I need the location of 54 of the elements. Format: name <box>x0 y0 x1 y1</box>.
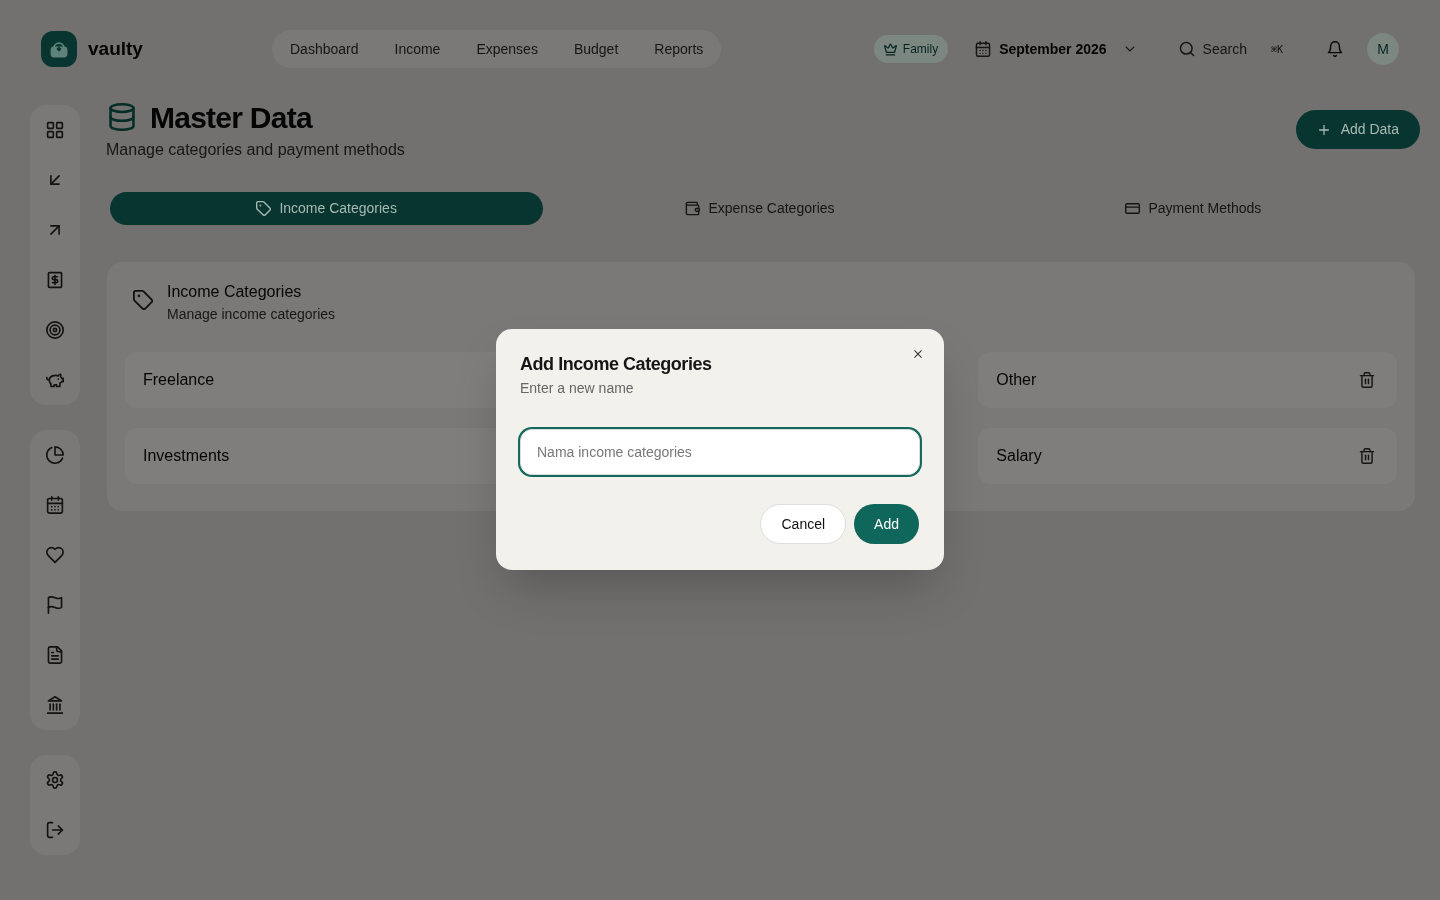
flag-icon[interactable] <box>46 596 64 614</box>
calendar-icon[interactable] <box>46 496 64 514</box>
card-title: Income Categories <box>167 282 303 302</box>
trash-icon[interactable] <box>1359 372 1375 388</box>
document-icon[interactable] <box>46 646 64 664</box>
page-subtitle: Manage categories and payment methods <box>106 140 405 160</box>
tag-icon <box>256 201 272 216</box>
dialog-subtitle: Enter a new name <box>520 379 634 398</box>
tab[interactable]: Income Categories <box>110 192 544 225</box>
card-subtitle: Manage income categories <box>167 305 336 324</box>
tab[interactable]: Expense Categories <box>543 192 977 225</box>
category-name: Investments <box>143 446 230 466</box>
bell-icon[interactable] <box>1327 41 1343 57</box>
category-name: Salary <box>996 446 1042 466</box>
family-chip[interactable]: Family <box>873 35 949 63</box>
brand-name: vaulty <box>88 36 143 61</box>
nav-link[interactable]: Income <box>376 30 459 68</box>
cancel-button[interactable]: Cancel <box>760 504 847 544</box>
tag-icon <box>133 290 153 310</box>
dialog-title: Add Income Categories <box>520 353 712 376</box>
category-name: Freelance <box>143 370 215 390</box>
bank-icon[interactable] <box>46 696 64 714</box>
add-button[interactable]: Add <box>854 504 919 544</box>
crown-icon <box>883 42 897 56</box>
search-icon <box>1178 41 1195 57</box>
close-icon[interactable] <box>912 348 924 360</box>
page-title: Master Data <box>150 99 312 136</box>
trash-icon[interactable] <box>1359 448 1375 464</box>
settings-icon[interactable] <box>46 771 64 789</box>
calendar-icon <box>975 41 992 57</box>
dollar-receipt-icon[interactable] <box>46 271 64 289</box>
pie-chart-icon[interactable] <box>46 446 64 464</box>
target-icon[interactable] <box>46 321 64 339</box>
nav-link[interactable]: Expenses <box>458 30 556 68</box>
nav-link[interactable]: Budget <box>555 30 637 68</box>
database-icon <box>108 103 136 131</box>
credit-card-icon <box>1125 201 1141 216</box>
period-selector[interactable]: September 2026 <box>975 38 1137 60</box>
grid-icon[interactable] <box>46 121 64 139</box>
avatar[interactable]: M <box>1367 33 1399 65</box>
heart-icon[interactable] <box>46 546 64 564</box>
logout-icon[interactable] <box>46 821 64 839</box>
wallet-icon <box>685 201 701 216</box>
category-name: Other <box>996 370 1037 390</box>
nav-link[interactable]: Reports <box>636 30 722 68</box>
name-input[interactable]: Nama income categories <box>520 429 920 475</box>
keyboard-shortcut: ⌘K <box>1270 42 1283 57</box>
piggy-bank-icon[interactable] <box>46 371 64 389</box>
search-button[interactable]: Search ⌘K <box>1178 38 1283 60</box>
add-data-button[interactable]: Add Data <box>1295 110 1420 149</box>
nav-link[interactable]: Dashboard <box>272 30 377 68</box>
plus-icon <box>1316 122 1331 137</box>
tab[interactable]: Payment Methods <box>976 192 1410 225</box>
logo-icon[interactable] <box>41 31 77 67</box>
